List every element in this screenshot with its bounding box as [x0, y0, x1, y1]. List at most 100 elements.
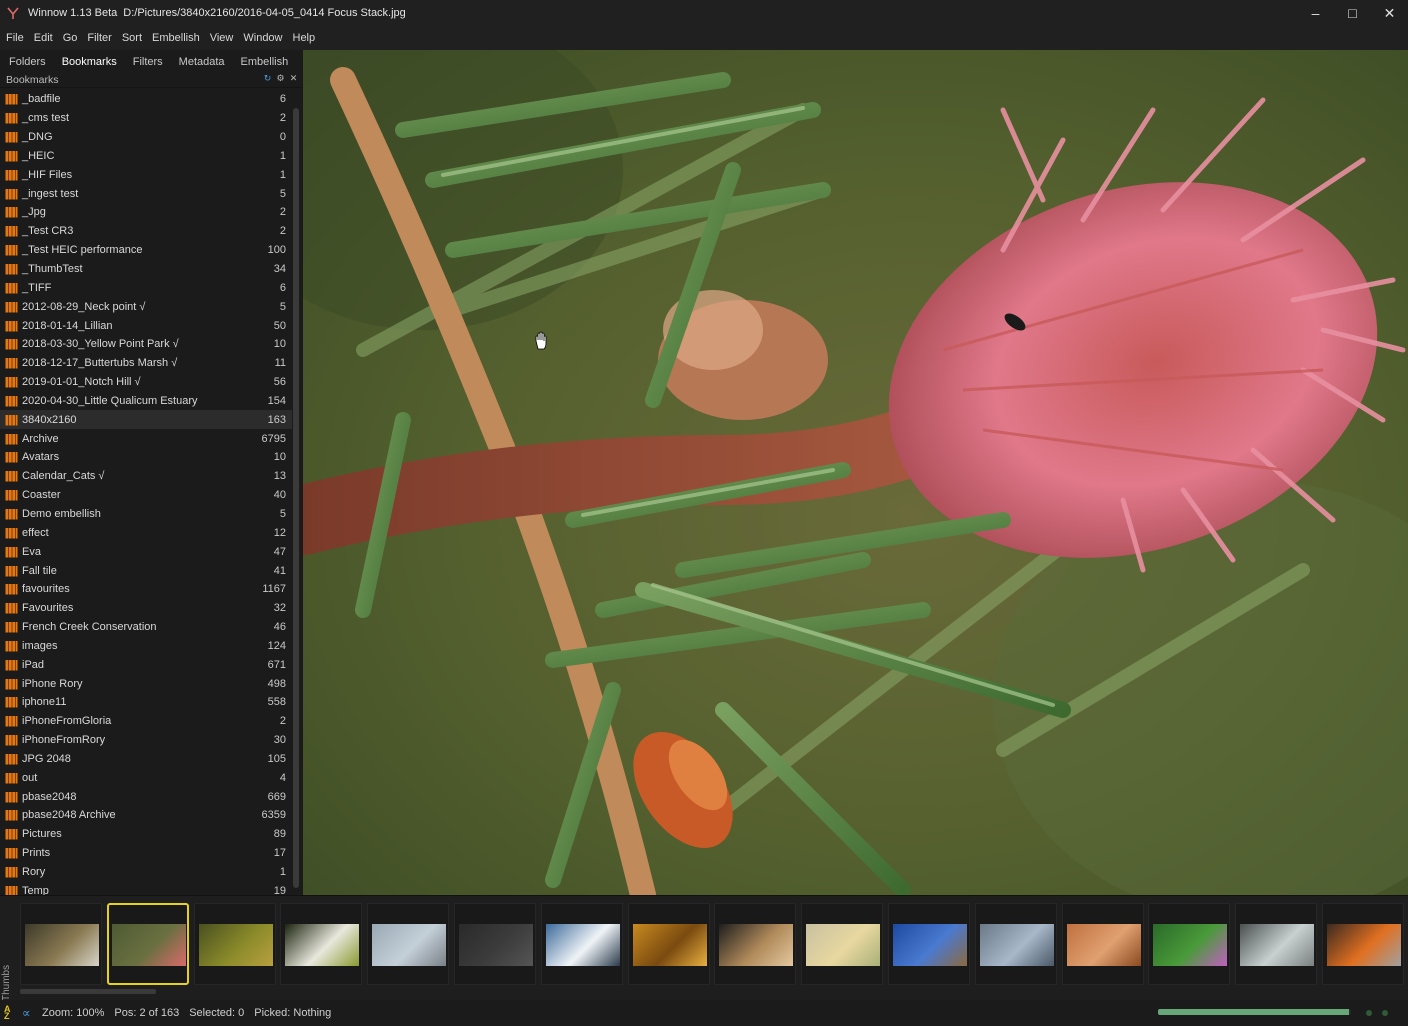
menu-filter[interactable]: Filter: [87, 32, 111, 44]
menu-embellish[interactable]: Embellish: [152, 32, 200, 44]
bookmark-item[interactable]: favourites 1167: [0, 580, 292, 599]
bookmark-item[interactable]: iPad 671: [0, 655, 292, 674]
bookmark-item[interactable]: 2020-04-30_Little Qualicum Estuary 154: [0, 392, 292, 411]
bookmark-item[interactable]: _badfile 6: [0, 90, 292, 109]
thumbnail[interactable]: [106, 903, 189, 985]
close-icon[interactable]: ✕: [1371, 0, 1408, 26]
bookmark-item[interactable]: Pictures 89: [0, 825, 292, 844]
tab-bookmarks[interactable]: Bookmarks: [55, 56, 126, 72]
folder-icon: [5, 621, 18, 633]
link-icon[interactable]: ∝: [22, 1006, 36, 1020]
bookmark-item[interactable]: 2018-01-14_Lillian 50: [0, 316, 292, 335]
close-icon[interactable]: ✕: [289, 74, 298, 83]
bookmark-item[interactable]: Calendar_Cats √ 13: [0, 467, 292, 486]
maximize-icon[interactable]: □: [1334, 0, 1371, 26]
bookmark-item[interactable]: Avatars 10: [0, 448, 292, 467]
bookmark-item[interactable]: out 4: [0, 768, 292, 787]
main-image-view[interactable]: [303, 50, 1408, 895]
bookmark-item[interactable]: iPhone Rory 498: [0, 674, 292, 693]
bookmarks-scrollbar[interactable]: [292, 90, 300, 895]
menu-go[interactable]: Go: [63, 32, 78, 44]
thumbnail[interactable]: [540, 903, 623, 985]
thumbnail[interactable]: [974, 903, 1057, 985]
bookmark-item[interactable]: JPG 2048 105: [0, 750, 292, 769]
bookmark-item[interactable]: 2018-12-17_Buttertubs Marsh √ 11: [0, 354, 292, 373]
scrollbar-thumb[interactable]: [293, 108, 299, 888]
thumbnail[interactable]: [1148, 903, 1231, 985]
menu-view[interactable]: View: [210, 32, 234, 44]
thumbnail-strip[interactable]: Thumbs: [0, 895, 1408, 1001]
tab-embellish[interactable]: Embellish: [234, 56, 298, 72]
bookmark-item[interactable]: _DNG 0: [0, 128, 292, 147]
bookmark-name: images: [22, 639, 58, 652]
thumbnail[interactable]: [280, 903, 363, 985]
picked-status: Picked: Nothing: [254, 1007, 332, 1019]
file-path: D:/Pictures/3840x2160/2016-04-05_0414 Fo…: [123, 7, 406, 19]
tab-folders[interactable]: Folders: [2, 56, 55, 72]
menu-edit[interactable]: Edit: [34, 32, 53, 44]
bookmark-item[interactable]: Prints 17: [0, 844, 292, 863]
bookmark-item[interactable]: pbase2048 669: [0, 787, 292, 806]
thumbnail-image: [893, 924, 967, 966]
thumbnail[interactable]: [1235, 903, 1318, 985]
bookmark-item[interactable]: _Test HEIC performance 100: [0, 241, 292, 260]
bookmark-item[interactable]: Eva 47: [0, 542, 292, 561]
bookmark-item[interactable]: _HIF Files 1: [0, 165, 292, 184]
bookmark-item[interactable]: pbase2048 Archive 6359: [0, 806, 292, 825]
thumbnail[interactable]: [193, 903, 276, 985]
bookmark-item[interactable]: 2019-01-01_Notch Hill √ 56: [0, 373, 292, 392]
thumbnail[interactable]: [20, 903, 102, 985]
bookmark-item[interactable]: 3840x2160 163: [0, 410, 292, 430]
menu-help[interactable]: Help: [293, 32, 316, 44]
bookmark-item[interactable]: _TIFF 6: [0, 278, 292, 297]
bookmark-item[interactable]: iphone11 558: [0, 693, 292, 712]
bookmark-item[interactable]: _HEIC 1: [0, 147, 292, 166]
bookmark-item[interactable]: _Jpg 2: [0, 203, 292, 222]
bookmark-item[interactable]: iPhoneFromGloria 2: [0, 712, 292, 731]
folder-icon: [5, 395, 18, 407]
thumbnail[interactable]: [714, 903, 797, 985]
menu-file[interactable]: File: [6, 32, 24, 44]
folder-icon: [5, 301, 18, 313]
bookmark-name: 2018-03-30_Yellow Point Park √: [22, 338, 179, 351]
folder-icon: [5, 376, 18, 388]
bookmark-count: 11: [274, 357, 286, 370]
thumbnail[interactable]: [454, 903, 536, 985]
tab-filters[interactable]: Filters: [126, 56, 172, 72]
menu-sort[interactable]: Sort: [122, 32, 142, 44]
bookmark-item[interactable]: Demo embellish 5: [0, 505, 292, 524]
bookmark-item[interactable]: iPhoneFromRory 30: [0, 731, 292, 750]
thumbnail[interactable]: [888, 903, 970, 985]
bookmark-item[interactable]: 2018-03-30_Yellow Point Park √ 10: [0, 335, 292, 354]
bookmark-item[interactable]: images 124: [0, 636, 292, 655]
thumbnail[interactable]: [1061, 903, 1144, 985]
bookmark-item[interactable]: _cms test 2: [0, 109, 292, 128]
bookmark-item[interactable]: _ingest test 5: [0, 184, 292, 203]
bookmark-item[interactable]: 2012-08-29_Neck point √ 5: [0, 297, 292, 316]
bookmark-name: Calendar_Cats √: [22, 470, 105, 483]
bookmark-item[interactable]: Temp 19: [0, 881, 292, 895]
bookmark-item[interactable]: effect 12: [0, 523, 292, 542]
folder-icon: [5, 678, 18, 690]
tab-metadata[interactable]: Metadata: [172, 56, 234, 72]
settings-icon[interactable]: ⚙: [276, 74, 285, 83]
bookmark-item[interactable]: _ThumbTest 34: [0, 260, 292, 279]
bookmark-item[interactable]: Favourites 32: [0, 599, 292, 618]
bookmark-item[interactable]: Coaster 40: [0, 486, 292, 505]
bookmark-item[interactable]: Archive 6795: [0, 429, 292, 448]
bookmark-item[interactable]: _Test CR3 2: [0, 222, 292, 241]
minimize-icon[interactable]: –: [1297, 0, 1334, 26]
bookmark-count: 17: [273, 847, 286, 860]
bookmark-item[interactable]: French Creek Conservation 46: [0, 618, 292, 637]
bookmark-item[interactable]: Fall tile 41: [0, 561, 292, 580]
refresh-icon[interactable]: ↻: [263, 74, 272, 83]
thumbnail[interactable]: [801, 903, 884, 985]
thumbnail[interactable]: [627, 903, 710, 985]
thumbnail-scrollbar[interactable]: [20, 989, 156, 994]
thumbnail[interactable]: [1322, 903, 1404, 985]
thumbnail[interactable]: [367, 903, 450, 985]
menu-window[interactable]: Window: [243, 32, 282, 44]
bookmark-name: _badfile: [22, 93, 61, 106]
bookmark-item[interactable]: Rory 1: [0, 863, 292, 882]
sort-az-icon[interactable]: AZ: [4, 1005, 18, 1021]
